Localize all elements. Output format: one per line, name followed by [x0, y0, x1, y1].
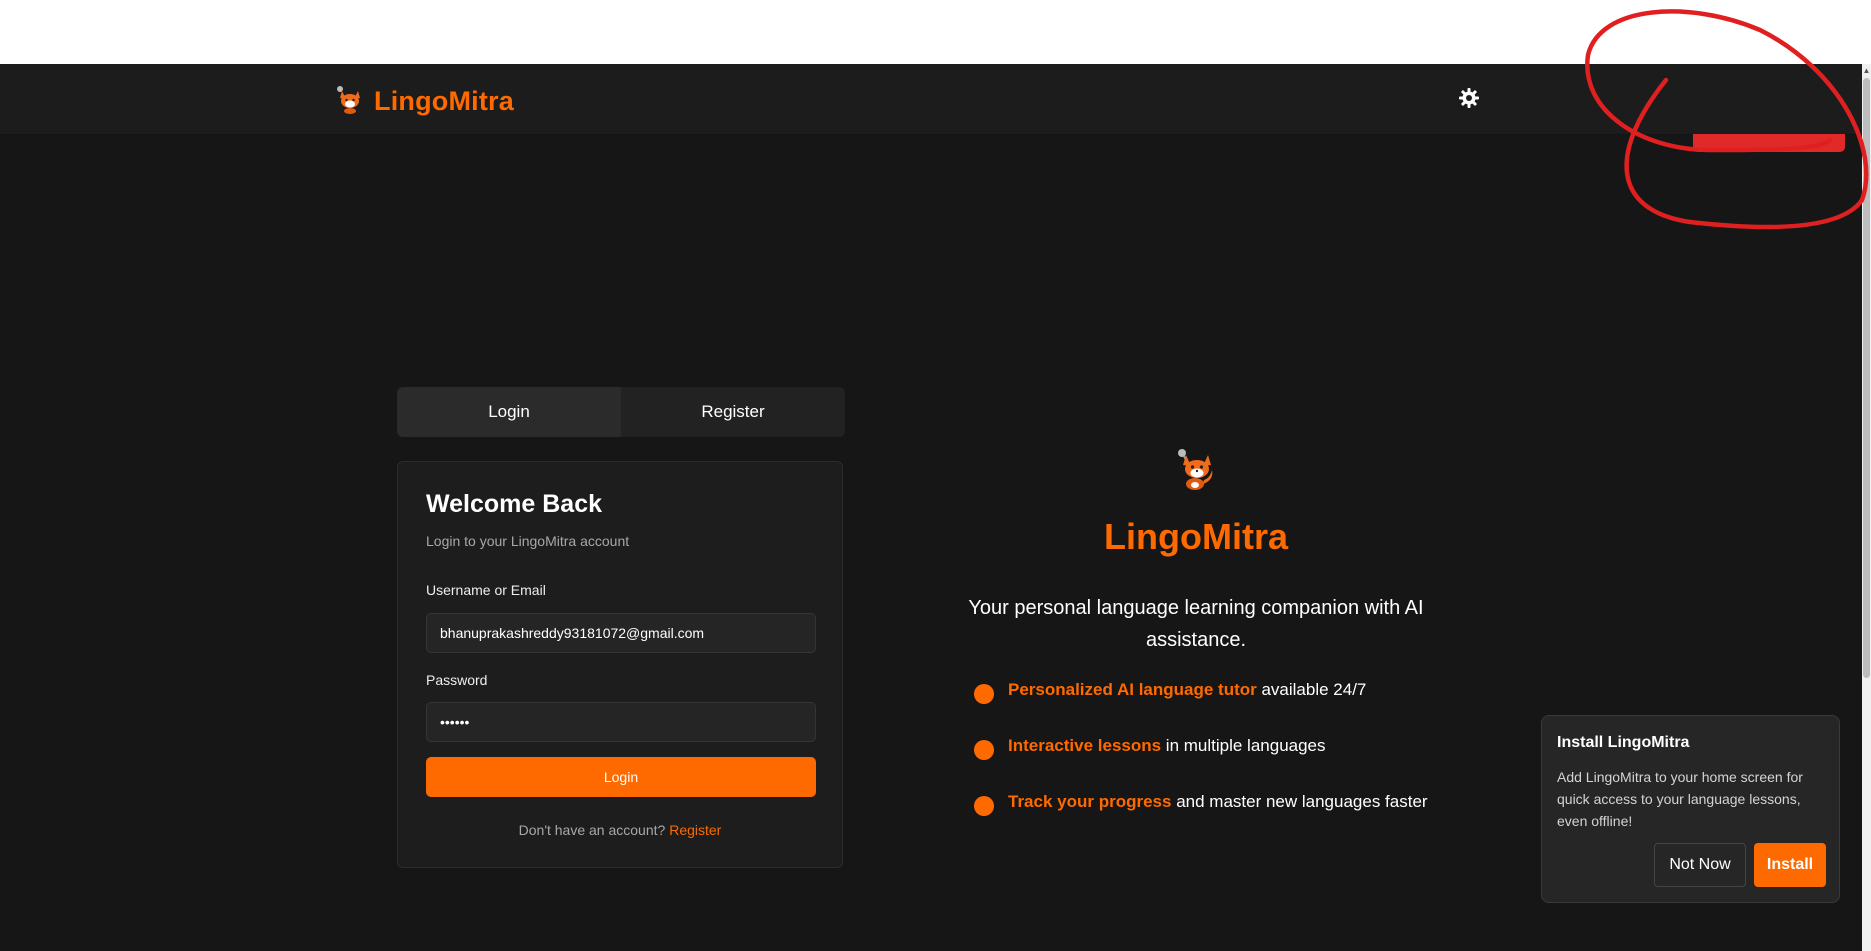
not-now-button[interactable]: Not Now — [1654, 843, 1746, 887]
feature-item: Track your progress and master new langu… — [974, 792, 1454, 848]
password-label: Password — [426, 672, 488, 688]
feature-text: in multiple languages — [1161, 736, 1326, 755]
page-scrollbar[interactable]: ▲ — [1862, 64, 1871, 951]
register-link[interactable]: Register — [669, 822, 721, 838]
fox-mascot-icon — [1174, 446, 1218, 497]
register-prompt: Don't have an account? Register — [398, 822, 842, 838]
username-label: Username or Email — [426, 582, 546, 598]
brand-name: LingoMitra — [374, 86, 514, 116]
feature-highlight: Track your progress — [1008, 792, 1172, 811]
theme-toggle-button[interactable] — [1456, 85, 1482, 111]
install-title: Install LingoMitra — [1557, 734, 1690, 751]
install-description: Add LingoMitra to your home screen for q… — [1557, 769, 1803, 829]
password-input[interactable] — [426, 702, 816, 742]
login-submit-button[interactable]: Login — [426, 757, 816, 797]
tab-register[interactable]: Register — [621, 387, 845, 437]
gear-sun-icon — [1456, 88, 1482, 115]
feature-list: Personalized AI language tutor available… — [974, 680, 1454, 848]
username-input[interactable] — [426, 613, 816, 653]
install-button[interactable]: Install — [1754, 843, 1826, 887]
top-white-strip — [0, 0, 1871, 64]
login-card: Welcome Back Login to your LingoMitra ac… — [397, 461, 843, 868]
hero-tagline: Your personal language learning companio… — [968, 597, 1424, 651]
feature-item: Interactive lessons in multiple language… — [974, 736, 1454, 792]
bullet-dot-icon — [974, 796, 994, 816]
hero-title: LingoMitra — [1104, 516, 1288, 557]
feature-text: available 24/7 — [1256, 680, 1367, 699]
header-action-button[interactable] — [1693, 134, 1845, 152]
card-subtitle: Login to your LingoMitra account — [426, 533, 630, 549]
bullet-dot-icon — [974, 740, 994, 760]
card-title: Welcome Back — [426, 490, 603, 518]
scrollbar-thumb[interactable] — [1863, 78, 1870, 678]
fox-mascot-icon — [334, 84, 364, 119]
install-prompt: Install LingoMitra Add LingoMitra to you… — [1541, 715, 1840, 903]
brand-logo[interactable]: LingoMitra — [334, 84, 514, 119]
scroll-up-arrow-icon[interactable]: ▲ — [1862, 66, 1871, 76]
auth-tabs: Login Register — [397, 387, 845, 437]
feature-text: and master new languages faster — [1171, 792, 1428, 811]
bullet-dot-icon — [974, 684, 994, 704]
feature-highlight: Interactive lessons — [1008, 736, 1162, 755]
feature-item: Personalized AI language tutor available… — [974, 680, 1454, 736]
feature-highlight: Personalized AI language tutor — [1008, 680, 1257, 699]
navbar: LingoMitra — [0, 64, 1871, 152]
tab-login[interactable]: Login — [397, 387, 621, 437]
register-prompt-text: Don't have an account? — [518, 822, 666, 838]
